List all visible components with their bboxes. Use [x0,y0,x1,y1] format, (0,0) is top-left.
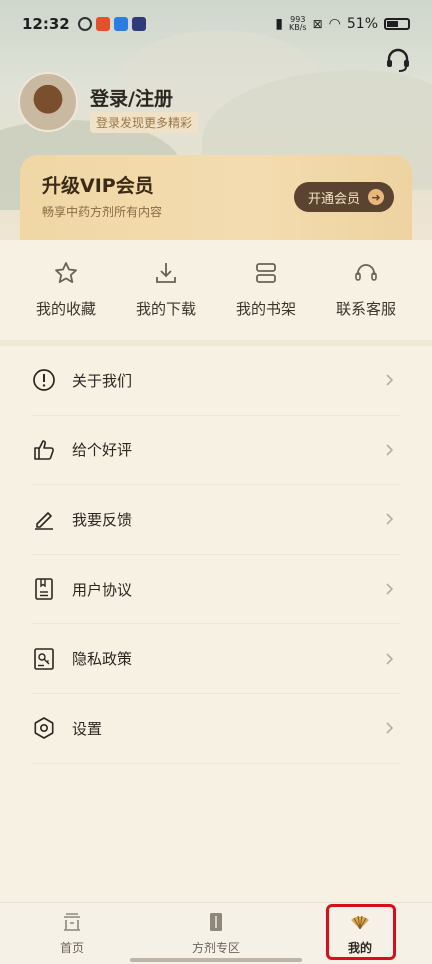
menu-item-about-us[interactable]: 关于我们 [32,346,400,416]
bookshelf-icon [256,263,276,283]
quick-action-customer-service[interactable]: 联系客服 [312,260,420,319]
arrow-right-icon: ➜ [368,189,384,205]
quick-action-label: 我的书架 [235,300,296,318]
tab-highlight-box [326,904,396,960]
quick-actions: 我的收藏 我的下载 我的书架 联系客服 [0,240,432,340]
chevron-right-icon [386,444,394,456]
pencil-icon [35,512,53,531]
menu-item-label: 隐私政策 [72,650,133,669]
battery-percent: 51% [346,16,378,32]
info-icon [33,369,55,392]
formula-icon [210,913,222,931]
status-right: ▮ 993 KB/s ⊠ ◠ 51% [275,16,410,32]
menu-item-label: 关于我们 [72,371,133,390]
chevron-right-icon [386,653,394,665]
tab-label: 首页 [59,941,84,955]
status-bar: 12:32 ▮ 993 KB/s ⊠ ◠ 51% [0,0,432,48]
download-icon [156,263,176,283]
tab-label: 方剂专区 [191,941,240,955]
headset-icon [355,264,377,281]
settings-menu: 关于我们 给个好评 我要反馈 用户协议 隐私政策 设置 [32,346,400,764]
status-time: 12:32 [22,15,70,33]
chevron-right-icon [386,513,394,526]
settings-icon [34,717,54,740]
wifi-icon: ◠ [328,16,341,32]
chevron-right-icon [386,722,394,734]
quick-action-label: 我的收藏 [35,300,96,318]
home-indicator[interactable] [130,958,302,962]
menu-item-label: 我要反馈 [72,510,133,529]
app-notification-icon [95,17,110,31]
net-speed: 993 KB/s [289,16,307,32]
document-icon [35,578,53,600]
tab-home[interactable]: 首页 [12,911,132,956]
quick-action-label: 我的下载 [135,300,196,318]
battery-icon [384,18,410,30]
notification-icons [77,17,146,31]
quick-action-label: 联系客服 [335,300,396,318]
home-icon [64,913,80,931]
vip-subtitle: 畅享中药方剂所有内容 [42,205,163,219]
privacy-icon [34,647,54,670]
net-speed-unit: KB/s [288,23,307,32]
menu-item-rate-us[interactable]: 给个好评 [32,416,400,486]
menu-item-settings[interactable]: 设置 [32,694,400,764]
menu-item-user-agreement[interactable]: 用户协议 [32,555,400,625]
open-membership-label: 开通会员 [307,191,360,207]
menu-item-feedback[interactable]: 我要反馈 [32,485,400,555]
thumbs-up-icon [34,440,54,460]
quick-action-downloads[interactable]: 我的下载 [112,260,220,319]
vibrate-icon: ▮ [275,16,283,32]
open-membership-button[interactable]: 开通会员 ➜ [293,182,394,212]
menu-item-label: 用户协议 [72,580,133,599]
app-notification-icon [113,17,128,31]
chevron-right-icon [386,583,394,595]
star-icon [55,262,77,283]
tab-formula-zone[interactable]: 方剂专区 [156,911,276,956]
quick-action-bookshelf[interactable]: 我的书架 [212,260,320,319]
headset-icon[interactable] [384,46,412,74]
quick-action-favorites[interactable]: 我的收藏 [12,260,120,319]
menu-item-label: 设置 [72,719,103,738]
menu-item-label: 给个好评 [72,441,133,460]
avatar[interactable] [18,72,78,132]
sim-icon: ⊠ [312,17,323,31]
app-notification-icon [131,17,146,31]
menu-item-privacy-policy[interactable]: 隐私政策 [32,624,400,694]
app-notification-icon [77,17,92,31]
login-register-link[interactable]: 登录/注册 [90,84,173,111]
vip-card[interactable]: 升级VIP会员 畅享中药方剂所有内容 开通会员 ➜ [20,155,412,245]
vip-title: 升级VIP会员 [42,175,154,197]
login-subtitle: 登录发现更多精彩 [90,112,199,133]
chevron-right-icon [386,374,394,386]
